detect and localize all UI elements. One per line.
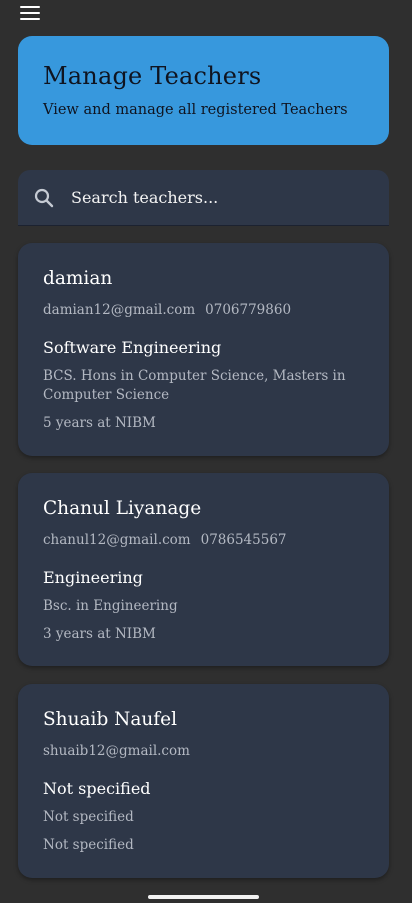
teacher-contact: damian12@gmail.com 0706779860 xyxy=(43,301,365,319)
home-indicator[interactable] xyxy=(148,895,259,899)
teacher-email: shuaib12@gmail.com xyxy=(43,743,190,759)
teacher-experience: Not specified xyxy=(43,837,134,853)
teacher-card[interactable]: Chanul Liyanage chanul12@gmail.com 078654… xyxy=(18,473,389,666)
menu-icon[interactable] xyxy=(20,6,42,22)
search-input[interactable] xyxy=(71,188,351,207)
header-banner: Manage Teachers View and manage all regi… xyxy=(18,36,389,145)
search-bar[interactable] xyxy=(18,170,389,226)
teacher-phone: 0706779860 xyxy=(205,302,292,318)
teacher-phone: 0786545567 xyxy=(200,532,287,548)
teacher-department: Software Engineering xyxy=(43,338,222,357)
teacher-department: Not specified xyxy=(43,779,151,798)
teacher-contact: shuaib12@gmail.com xyxy=(43,742,365,760)
teacher-department: Engineering xyxy=(43,568,143,587)
teacher-qualification: Bsc. in Engineering xyxy=(43,598,178,614)
teacher-contact: chanul12@gmail.com 0786545567 xyxy=(43,531,365,549)
teacher-name: damian xyxy=(43,268,113,289)
page-title: Manage Teachers xyxy=(43,62,262,90)
teachers-page: Manage Teachers View and manage all regi… xyxy=(0,0,412,903)
teacher-email: damian12@gmail.com xyxy=(43,302,196,318)
page-subtitle: View and manage all registered Teachers xyxy=(43,102,348,118)
teacher-experience: 5 years at NIBM xyxy=(43,415,156,431)
teacher-email: chanul12@gmail.com xyxy=(43,532,191,548)
teacher-qualification: Not specified xyxy=(43,809,134,825)
teacher-qualification: BCS. Hons in Computer Science, Masters i… xyxy=(43,368,346,403)
teacher-name: Shuaib Naufel xyxy=(43,709,178,730)
search-icon xyxy=(34,188,54,207)
teacher-name: Chanul Liyanage xyxy=(43,498,202,519)
teacher-card[interactable]: Shuaib Naufel shuaib12@gmail.com Not spe… xyxy=(18,684,389,878)
teacher-experience: 3 years at NIBM xyxy=(43,626,156,642)
teacher-card[interactable]: damian damian12@gmail.com 0706779860 Soft… xyxy=(18,243,389,456)
